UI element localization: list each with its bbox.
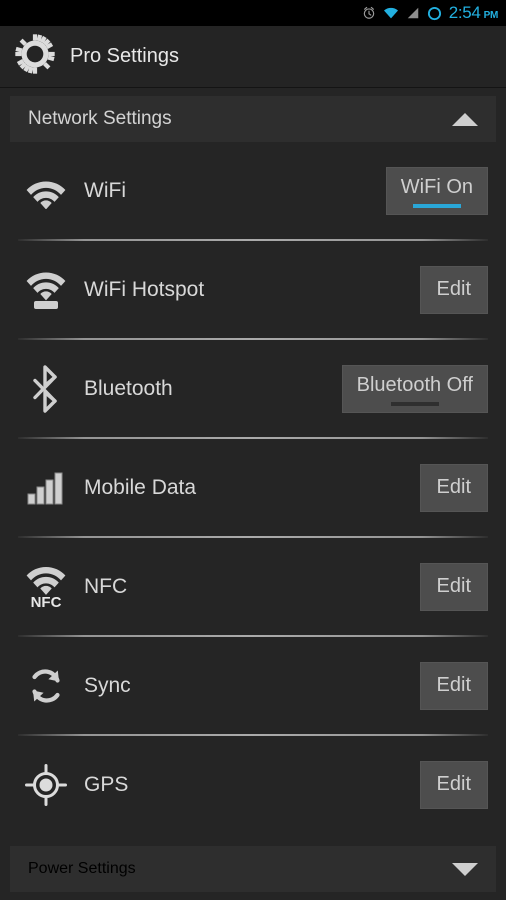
list-item-label: Bluetooth	[84, 376, 173, 400]
nfc-icon: NFC	[20, 561, 72, 613]
section-header-power[interactable]: Power Settings	[10, 846, 496, 892]
signal-icon	[406, 6, 420, 20]
sync-icon	[20, 660, 72, 712]
nfc-edit-button[interactable]: Edit	[419, 562, 488, 611]
status-clock: 2:54 PM	[448, 3, 499, 23]
list-item[interactable]: Bluetooth Bluetooth Off	[0, 340, 506, 437]
page-title: Pro Settings	[70, 45, 179, 67]
wifi-hotspot-icon	[20, 264, 72, 316]
circle-icon	[427, 6, 442, 21]
chevron-down-icon[interactable]	[452, 862, 478, 876]
list-item[interactable]: NFC NFC Edit	[0, 538, 506, 635]
wifi-state-indicator	[412, 203, 461, 208]
list-item-label: Sync	[84, 673, 131, 697]
wifi-hotspot-edit-button[interactable]: Edit	[419, 265, 488, 314]
gps-edit-label: Edit	[436, 773, 471, 795]
list-item[interactable]: GPS Edit	[0, 736, 506, 833]
alarm-icon	[362, 6, 376, 20]
gps-edit-button[interactable]: Edit	[419, 760, 488, 809]
svg-text:NFC: NFC	[31, 594, 62, 610]
wifi-icon	[20, 165, 72, 217]
list-item[interactable]: WiFi Hotspot Edit	[0, 241, 506, 338]
mobile-data-edit-button[interactable]: Edit	[419, 463, 488, 512]
gps-icon	[20, 759, 72, 811]
gear-icon[interactable]	[14, 33, 56, 80]
wifi-toggle-button[interactable]: WiFi On	[385, 166, 488, 215]
app-screen: 2:54 PM Pro Settings Network Settings Wi…	[0, 0, 506, 900]
list-item-label: NFC	[84, 574, 128, 598]
section-header-network-label: Network Settings	[28, 108, 172, 129]
list-item[interactable]: Mobile Data Edit	[0, 439, 506, 536]
section-header-power-label: Power Settings	[28, 860, 136, 877]
status-bar: 2:54 PM	[0, 0, 506, 26]
mobile-data-icon	[20, 462, 72, 514]
list-item-label: GPS	[84, 772, 129, 796]
sync-edit-button[interactable]: Edit	[419, 661, 488, 710]
section-header-network[interactable]: Network Settings	[10, 96, 496, 142]
chevron-up-icon[interactable]	[452, 112, 478, 126]
list-item-label: Mobile Data	[84, 475, 197, 499]
action-bar: Pro Settings	[0, 26, 506, 88]
nfc-edit-label: Edit	[436, 575, 471, 597]
settings-list: WiFi WiFi On WiFi Hotspot Edit Bluetooth…	[0, 142, 506, 833]
clock-ampm: PM	[483, 10, 499, 21]
wifi-hotspot-edit-label: Edit	[436, 278, 471, 300]
bluetooth-toggle-label: Bluetooth Off	[356, 374, 473, 396]
list-item[interactable]: WiFi WiFi On	[0, 142, 506, 239]
bluetooth-icon	[20, 363, 72, 415]
list-item[interactable]: Sync Edit	[0, 637, 506, 734]
wifi-toggle-label: WiFi On	[400, 176, 473, 198]
bluetooth-state-indicator	[390, 401, 439, 406]
clock-time: 2:54	[448, 3, 481, 22]
list-item-label: WiFi	[84, 178, 126, 202]
sync-edit-label: Edit	[436, 674, 471, 696]
mobile-data-edit-label: Edit	[436, 476, 471, 498]
list-item-label: WiFi Hotspot	[84, 277, 205, 301]
wifi-icon	[383, 6, 399, 20]
bluetooth-toggle-button[interactable]: Bluetooth Off	[341, 364, 488, 413]
